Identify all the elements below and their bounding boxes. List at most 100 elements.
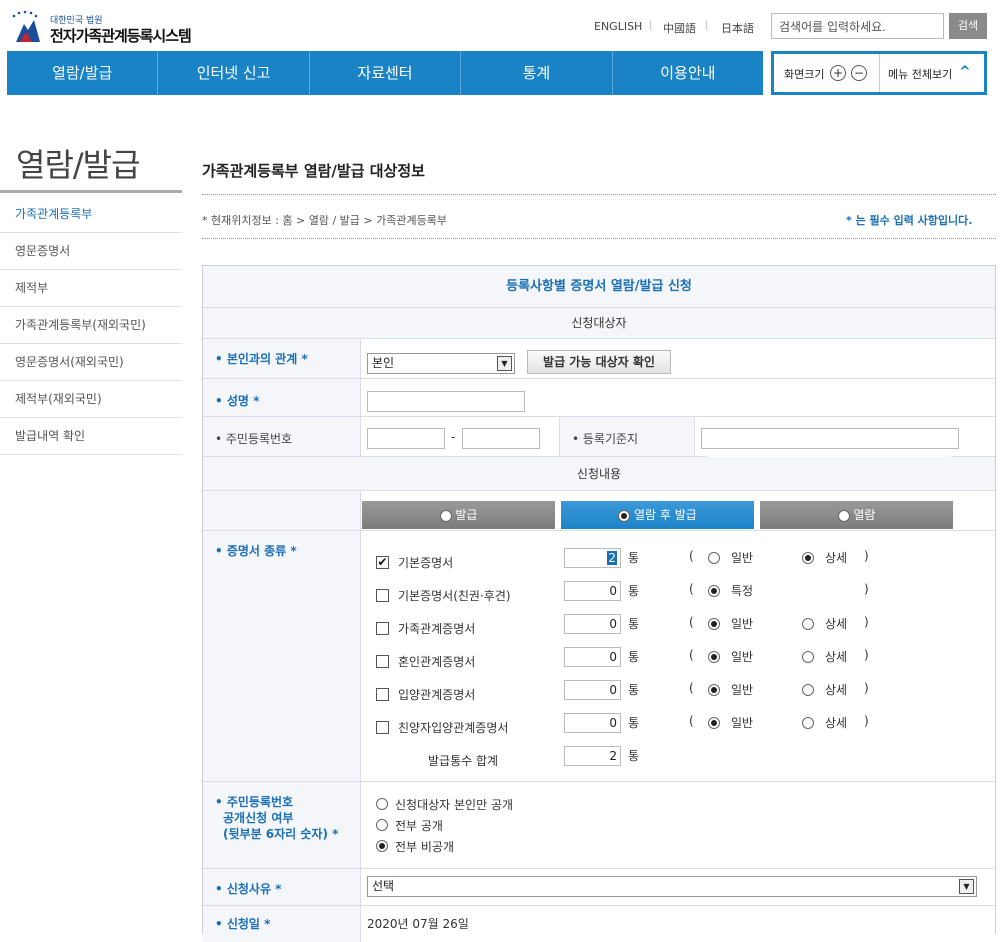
radio-detail[interactable] <box>802 684 814 696</box>
paren: ) <box>864 549 869 563</box>
cert-name: 기본증명서(친권·후견) <box>398 589 511 603</box>
zoom-out-icon[interactable]: − <box>851 65 867 81</box>
label-cell: • 주민등록번호 <box>203 417 361 456</box>
radio-detail[interactable] <box>802 552 814 564</box>
disclose-option-label: 전부 공개 <box>395 819 443 833</box>
radio-disclose-self[interactable] <box>376 798 388 810</box>
page-title: 가족관계등록부 열람/발급 대상정보 <box>202 162 425 180</box>
sidebar-item-removed-register[interactable]: 제적부 <box>0 270 182 307</box>
cert-checkbox[interactable] <box>376 622 389 635</box>
relation-label: • 본인과의 관계 * <box>215 352 308 366</box>
radio-general[interactable] <box>708 618 720 630</box>
tab-issue[interactable]: 발급 <box>362 501 555 529</box>
tab-view[interactable]: 열람 <box>760 501 953 529</box>
radio-general[interactable] <box>708 651 720 663</box>
disclose-option-label: 전부 비공개 <box>395 840 455 854</box>
reason-row: • 신청사유 * 선택 ▼ <box>203 869 995 906</box>
rrn-disclose-label: • 주민등록번호 <box>215 795 294 809</box>
name-label: • 성명 * <box>215 394 260 408</box>
menu-all-button[interactable]: 메뉴 전체보기 <box>888 66 952 82</box>
zoom-label: 화면크기 <box>784 68 825 81</box>
sidebar-item-family-register-overseas[interactable]: 가족관계등록부(재외국민) <box>0 307 182 344</box>
radio-general[interactable] <box>708 684 720 696</box>
cert-name: 가족관계증명서 <box>398 622 476 636</box>
sidebar-item-english-cert[interactable]: 영문증명서 <box>0 233 182 270</box>
check-eligible-button[interactable]: 발급 가능 대상자 확인 <box>527 350 671 374</box>
nav-item-statistics[interactable]: 통계 <box>461 51 613 95</box>
logo-title: 전자가족관계등록시스템 <box>50 27 192 45</box>
paren: ) <box>864 681 869 695</box>
radio-icon <box>837 509 850 522</box>
nav-item-internet-report[interactable]: 인터넷 신고 <box>158 51 310 95</box>
opt-general-label: 일반 <box>731 650 754 664</box>
cert-qty-input[interactable]: 0 <box>564 581 621 601</box>
sidebar-title: 열람/발급 <box>16 146 141 184</box>
tab-view-then-issue[interactable]: 열람 후 발급 <box>561 501 754 529</box>
lang-english-link[interactable]: ENGLISH <box>594 20 642 33</box>
cert-checkbox[interactable] <box>376 688 389 701</box>
label-cell: • 성명 * <box>203 379 361 416</box>
relation-select[interactable]: 본인 ▼ <box>367 353 515 374</box>
paren: ( <box>689 615 694 629</box>
label-cell <box>203 491 361 530</box>
base-address-input[interactable] <box>701 428 959 449</box>
cert-qty-input[interactable]: 0 <box>564 614 621 634</box>
rrn-front-input[interactable] <box>367 428 445 449</box>
cert-qty-input[interactable]: 0 <box>564 647 621 667</box>
paren: ) <box>864 648 869 662</box>
tabs-row: 발급 열람 후 발급 열람 <box>203 491 995 531</box>
cert-checkbox[interactable] <box>376 721 389 734</box>
reason-value: 선택 <box>372 879 395 893</box>
section-header: 신청내용 <box>203 457 995 491</box>
cert-qty-input[interactable]: 0 <box>564 680 621 700</box>
chevron-down-icon: ▼ <box>959 879 974 894</box>
nav-item-guide[interactable]: 이용안내 <box>613 51 763 95</box>
cert-checkbox[interactable]: ✔ <box>376 556 389 569</box>
reason-label: • 신청사유 * <box>215 882 282 896</box>
radio-detail[interactable] <box>802 717 814 729</box>
cert-checkbox[interactable] <box>376 589 389 602</box>
sidebar-item-english-cert-overseas[interactable]: 영문증명서(재외국민) <box>0 344 182 381</box>
radio-detail[interactable] <box>802 618 814 630</box>
cert-qty-input[interactable]: 2 <box>564 548 621 568</box>
cert-type-row: • 증명서 종류 * ✔ 기본증명서 2 통 ( 일반 상세 ) 기본증명서(친… <box>203 531 995 782</box>
opt-detail-label: 상세 <box>825 716 848 730</box>
court-emblem-icon <box>12 10 40 42</box>
cert-name: 입양관계증명서 <box>398 688 476 702</box>
rrn-dash: - <box>451 430 456 444</box>
radio-detail[interactable] <box>802 651 814 663</box>
sidebar-item-issue-history[interactable]: 발급내역 확인 <box>0 418 182 455</box>
divider <box>0 190 182 193</box>
application-form: 등록사항별 증명서 열람/발급 신청 신청대상자 • 본인과의 관계 * 본인 … <box>202 265 996 942</box>
rrn-back-input[interactable] <box>462 428 540 449</box>
unit-label: 통 <box>628 650 640 664</box>
lang-japanese-link[interactable]: 日本語 <box>721 20 754 36</box>
rrn-row: • 주민등록번호 - • 등록기준지 <box>203 417 995 457</box>
cert-checkbox[interactable] <box>376 655 389 668</box>
radio-disclose-all[interactable] <box>376 819 388 831</box>
radio-general[interactable] <box>708 552 720 564</box>
lang-chinese-link[interactable]: 中國語 <box>663 20 696 36</box>
reason-select[interactable]: 선택 ▼ <box>367 876 977 897</box>
search-button[interactable]: 검색 <box>949 13 987 39</box>
sidebar-item-removed-register-overseas[interactable]: 제적부(재외국민) <box>0 381 182 418</box>
form-title: 등록사항별 증명서 열람/발급 신청 <box>506 279 692 294</box>
nav-item-view-issue[interactable]: 열람/발급 <box>7 51 159 95</box>
nav-item-resource-center[interactable]: 자료센터 <box>310 51 462 95</box>
relation-value: 본인 <box>372 356 395 370</box>
cert-type-label: • 증명서 종류 * <box>215 544 297 558</box>
sidebar-item-family-register[interactable]: 가족관계등록부 <box>0 196 182 233</box>
date-row: • 신청일 * 2020년 07월 26일 <box>203 906 995 942</box>
name-input[interactable] <box>367 391 525 412</box>
zoom-in-icon[interactable]: + <box>830 65 846 81</box>
radio-disclose-none[interactable] <box>376 840 388 852</box>
form-header: 등록사항별 증명서 열람/발급 신청 <box>203 266 995 308</box>
radio-general[interactable] <box>708 717 720 729</box>
opt-specific-label: 특정 <box>731 584 754 598</box>
radio-specific[interactable] <box>708 585 720 597</box>
site-logo[interactable]: 대한민국 법원 전자가족관계등록시스템 <box>8 8 208 46</box>
tab-view-then-issue-label: 열람 후 발급 <box>633 508 697 522</box>
search-input[interactable]: 검색어를 입력하세요. <box>771 13 944 39</box>
chevron-up-icon[interactable]: ^ <box>959 64 971 80</box>
cert-qty-input[interactable]: 0 <box>564 713 621 733</box>
